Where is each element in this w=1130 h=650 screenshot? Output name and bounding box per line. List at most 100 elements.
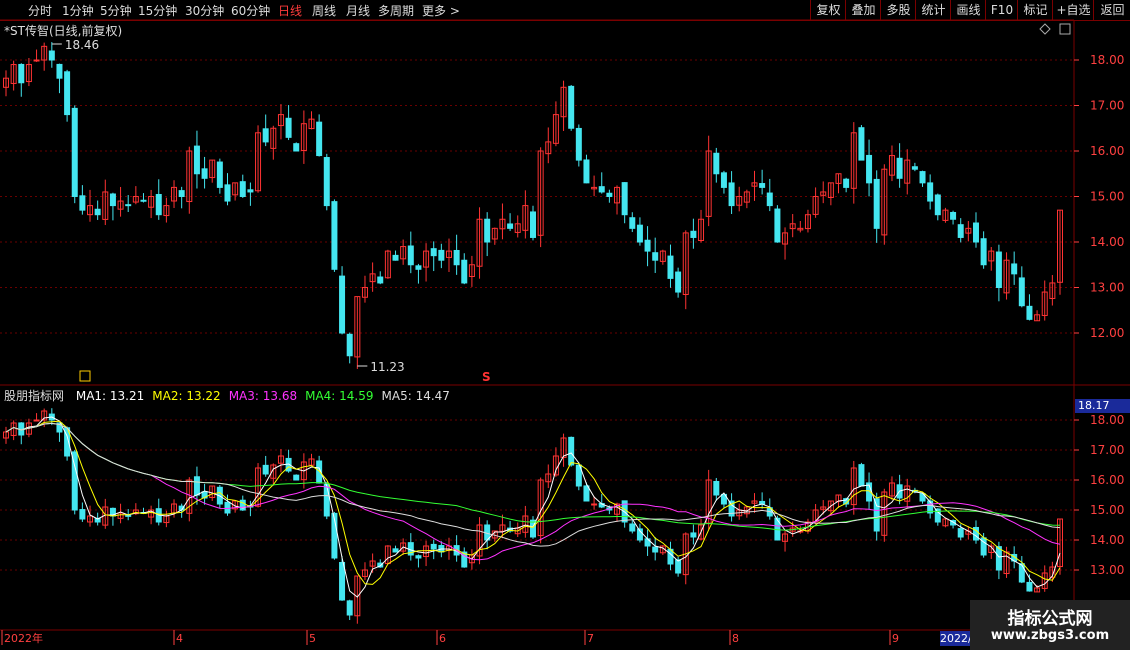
- price-candle-body: [339, 275, 346, 334]
- price-candle-body: [675, 271, 682, 293]
- price-candle-body: [934, 194, 941, 216]
- high-marker-label: 18.46: [65, 38, 99, 52]
- price-candle-body: [415, 265, 422, 270]
- price-candle-body: [972, 222, 979, 243]
- indicator-candle-body: [224, 501, 231, 514]
- price-candle-body: [766, 192, 773, 207]
- price-candle-body: [140, 199, 147, 202]
- price-candle-body: [79, 195, 86, 211]
- date-label: 8: [732, 632, 739, 645]
- price-candle-body: [843, 178, 850, 188]
- indicator-tick-label: 17.00: [1090, 443, 1124, 457]
- price-candle-body: [583, 159, 590, 184]
- indicator-candle-body: [591, 503, 598, 506]
- price-candle-body: [331, 201, 338, 270]
- indicator-candle-body: [675, 559, 682, 574]
- price-candle-body: [774, 208, 781, 243]
- date-label: 5: [309, 632, 316, 645]
- indicator-candle-body: [339, 561, 346, 601]
- price-candle-body: [629, 217, 636, 229]
- price-candle-body: [461, 259, 468, 284]
- indicator-candle-body: [1026, 581, 1033, 592]
- watermark-title: 指标公式网: [1007, 609, 1093, 629]
- indicator-tick-label: 16.00: [1090, 473, 1124, 487]
- window-toggle-icon: [1059, 23, 1071, 35]
- price-candle-body: [155, 193, 162, 216]
- indicator-candle-body: [957, 528, 964, 538]
- date-label: 2022年: [4, 631, 43, 645]
- price-candle-body: [598, 186, 605, 193]
- price-candle-body: [33, 59, 40, 62]
- indicator-tick-label: 15.00: [1090, 503, 1124, 517]
- watermark-url: www.zbgs3.com: [990, 628, 1110, 643]
- price-candle-body: [453, 249, 460, 266]
- price-candle-body: [430, 248, 437, 257]
- price-candle-body: [109, 193, 116, 207]
- price-candle-body: [621, 182, 628, 216]
- price-candle-body: [18, 63, 25, 84]
- indicator-candle-body: [629, 523, 636, 532]
- price-candle-body: [507, 223, 514, 229]
- price-candle-body: [606, 192, 613, 198]
- price-candle-body: [713, 152, 720, 175]
- price-candle-body: [407, 245, 414, 266]
- price-candle-body: [316, 121, 323, 157]
- indicator-candle-body: [873, 498, 880, 532]
- date-label: 6: [439, 632, 446, 645]
- price-candle-body: [919, 171, 926, 184]
- ma-line-2: [5, 420, 1061, 585]
- price-candle-body: [323, 157, 330, 207]
- price-candle-body: [866, 154, 873, 184]
- indicator-candle-body: [262, 464, 269, 475]
- price-candle-body: [1011, 263, 1018, 275]
- indicator-candle-body: [293, 474, 300, 481]
- price-candle-body: [927, 182, 934, 202]
- price-candle-body: [652, 252, 659, 261]
- price-candle-body: [239, 181, 246, 197]
- price-tick-label: 12.00: [1090, 326, 1124, 340]
- indicator-candle-body: [346, 600, 353, 616]
- indicator-candle-body: [583, 485, 590, 502]
- price-candle-body: [690, 230, 697, 238]
- price-candle-body: [530, 211, 536, 238]
- price-candle-body: [178, 190, 185, 197]
- price-candle-body: [48, 50, 55, 61]
- indicator-candle-body: [713, 480, 720, 496]
- price-candle-body: [216, 161, 223, 188]
- indicator-tick-label: 14.00: [1090, 533, 1124, 547]
- date-label: 4: [176, 632, 183, 645]
- candlestick-chart: 18.00 17.00 16.00 15.00 14.00 13.00 12.00 18.00…: [0, 19, 1130, 645]
- price-tick-label: 14.00: [1090, 235, 1124, 249]
- price-tick-label: 16.00: [1090, 144, 1124, 158]
- indicator-candle-body: [392, 548, 399, 553]
- price-candle-body: [346, 333, 353, 357]
- price-candle-body: [64, 71, 71, 116]
- price-candle-body: [247, 189, 254, 193]
- indicator-candle-body: [690, 532, 697, 538]
- indicator-candle-body: [858, 464, 865, 487]
- price-candle-body: [1018, 277, 1025, 307]
- indicator-candle-body: [33, 419, 40, 422]
- indicator-candle-body: [193, 476, 200, 496]
- date-label: 7: [587, 632, 594, 645]
- price-candle-body: [950, 211, 957, 220]
- indicator-candle-body: [79, 509, 86, 520]
- date-label: 9: [892, 632, 899, 645]
- indicator-candle-body: [568, 436, 575, 466]
- low-marker-label: 11.23: [370, 360, 404, 374]
- current-price-badge: 18.17: [1075, 399, 1130, 413]
- info-box-icon: [79, 370, 91, 382]
- price-candle-body: [980, 238, 987, 266]
- price-candle-body: [293, 143, 300, 152]
- indicator-candle-body: [995, 546, 1002, 571]
- price-candle-body: [896, 157, 903, 179]
- price-candle-body: [568, 85, 575, 129]
- price-tick-label: 15.00: [1090, 190, 1124, 204]
- price-candle-body: [873, 178, 880, 229]
- price-candle-body: [720, 172, 727, 188]
- indicator-candle-body: [239, 499, 246, 511]
- price-candle-body: [193, 145, 200, 175]
- price-candle-body: [644, 239, 651, 252]
- price-candle-body: [995, 251, 1002, 288]
- price-candle-body: [759, 183, 766, 188]
